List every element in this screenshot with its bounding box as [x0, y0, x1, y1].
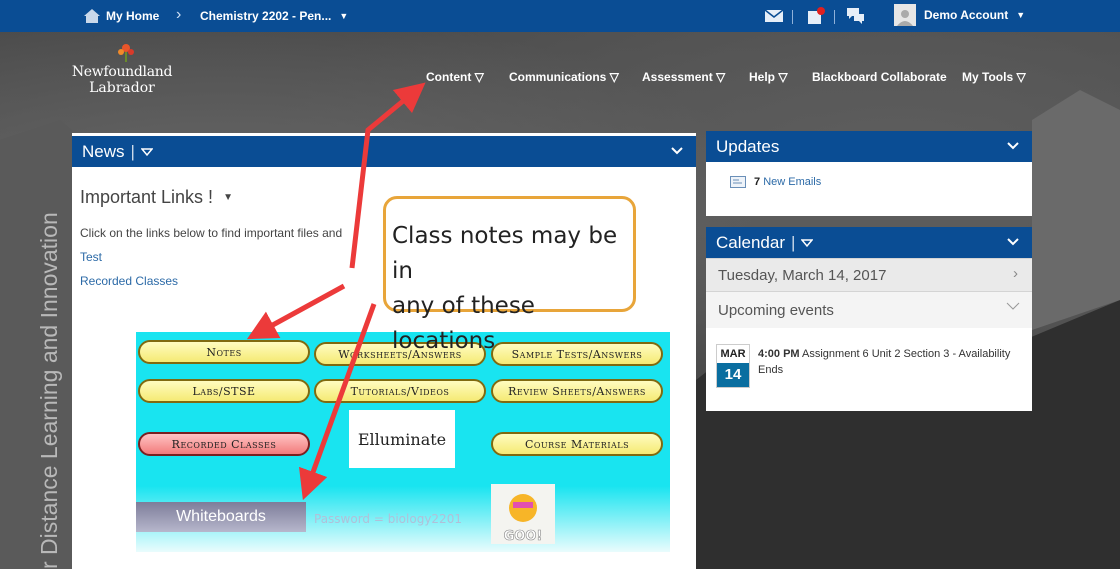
- triangle-down-icon[interactable]: [140, 147, 153, 157]
- account-label: Demo Account: [924, 8, 1009, 22]
- subscriptions-icon[interactable]: [806, 6, 826, 26]
- divider: [834, 10, 835, 24]
- labs-button[interactable]: Labs/STSE: [138, 379, 310, 403]
- event-month: MAR: [720, 348, 746, 360]
- mail-icon[interactable]: [764, 6, 784, 26]
- nav-help[interactable]: Help ▽: [749, 70, 788, 84]
- email-icon: [730, 176, 746, 188]
- calendar-date: Tuesday, March 14, 2017: [718, 267, 887, 284]
- nav-assessment[interactable]: Assessment ▽: [642, 70, 725, 84]
- divider: [792, 10, 793, 24]
- caret-down-icon[interactable]: ▼: [223, 192, 233, 203]
- calendar-date-row[interactable]: Tuesday, March 14, 2017 ›: [706, 258, 1032, 292]
- my-home-label: My Home: [106, 9, 160, 23]
- course-label: Chemistry 2202 - Pen...: [200, 9, 332, 23]
- updates-widget: Updates 7 New Emails: [706, 131, 1032, 216]
- nl-logo[interactable]: Newfoundland Labrador: [70, 42, 180, 98]
- upcoming-label: Upcoming events: [718, 302, 834, 319]
- elluminate-logo[interactable]: Elluminate: [349, 410, 455, 468]
- updates-title: Updates: [716, 136, 780, 156]
- links-banner: Notes Worksheets/Answers Sample Tests/An…: [136, 332, 670, 552]
- recorded-classes-button[interactable]: Recorded Classes: [138, 432, 310, 456]
- nav-blackboard-collaborate[interactable]: Blackboard Collaborate: [812, 70, 947, 84]
- chevron-down-icon[interactable]: [1006, 139, 1020, 153]
- tutorials-button[interactable]: Tutorials/Videos: [314, 379, 486, 403]
- upcoming-events-row[interactable]: Upcoming events: [706, 292, 1032, 328]
- course-materials-button[interactable]: Course Materials: [491, 432, 663, 456]
- event-text: 4:00 PM Assignment 6 Unit 2 Section 3 - …: [758, 346, 1018, 378]
- email-count: 7: [754, 176, 761, 188]
- divider: |: [791, 232, 796, 252]
- sun-icon: GOO!: [503, 494, 543, 544]
- news-heading-text: Important Links !: [80, 187, 214, 207]
- calendar-header: Calendar |: [706, 227, 1032, 258]
- nav-communications[interactable]: Communications ▽: [509, 70, 619, 84]
- email-label: New Emails: [763, 176, 822, 188]
- chevron-down-icon[interactable]: [670, 144, 684, 158]
- my-home-link[interactable]: My Home: [82, 8, 159, 24]
- event-day: 14: [717, 363, 749, 387]
- chevron-down-icon: [1006, 302, 1020, 310]
- avatar: [894, 4, 916, 26]
- new-emails-link[interactable]: 7 New Emails: [730, 176, 1032, 188]
- logo-line1: Newfoundland: [71, 64, 173, 80]
- news-title: News: [82, 141, 125, 161]
- logo-line2: Labrador: [89, 80, 155, 96]
- user-icon: [897, 10, 913, 26]
- home-icon: [84, 9, 100, 23]
- nav-my-tools[interactable]: My Tools ▽: [962, 70, 1026, 84]
- pitcher-plant-icon: [118, 44, 134, 62]
- calendar-widget: Calendar | Tuesday, March 14, 2017 › Upc…: [706, 227, 1032, 411]
- notes-button[interactable]: Notes: [138, 340, 310, 364]
- chevron-right-icon: ›: [1013, 265, 1018, 282]
- event-date-badge: MAR 14: [716, 344, 750, 388]
- divider: |: [130, 141, 135, 161]
- chat-icon[interactable]: [846, 6, 866, 26]
- news-header: News |: [72, 136, 696, 167]
- goo-text: GOO!: [504, 529, 543, 544]
- event-time: 4:00 PM: [758, 348, 800, 360]
- callout-line2: any of these locations: [392, 293, 535, 354]
- callout-line1: Class notes may be in: [392, 223, 618, 284]
- triangle-down-icon[interactable]: [801, 238, 814, 248]
- updates-header: Updates: [706, 131, 1032, 162]
- calendar-event[interactable]: MAR 14 4:00 PM Assignment 6 Unit 2 Secti…: [706, 328, 1032, 388]
- top-navbar: My Home › Chemistry 2202 - Pen... ▼ Demo…: [0, 0, 1120, 32]
- caret-down-icon: ▼: [339, 11, 349, 21]
- course-selector[interactable]: Chemistry 2202 - Pen... ▼: [200, 9, 348, 23]
- account-menu[interactable]: Demo Account ▼: [894, 4, 1025, 26]
- goo-image[interactable]: GOO!: [491, 484, 555, 544]
- calendar-title: Calendar: [716, 232, 785, 252]
- side-banner-text: r Distance Learning and Innovation: [36, 212, 62, 569]
- whiteboards-button[interactable]: Whiteboards: [136, 502, 306, 532]
- chevron-down-icon[interactable]: [1006, 235, 1020, 249]
- caret-down-icon: ▼: [1016, 10, 1026, 20]
- nav-content[interactable]: Content ▽: [426, 70, 484, 84]
- chevron-right-icon: ›: [176, 6, 182, 23]
- password-text: Password = biology2201: [314, 512, 462, 526]
- annotation-callout: Class notes may be in any of these locat…: [383, 196, 636, 354]
- review-sheets-button[interactable]: Review Sheets/Answers: [491, 379, 663, 403]
